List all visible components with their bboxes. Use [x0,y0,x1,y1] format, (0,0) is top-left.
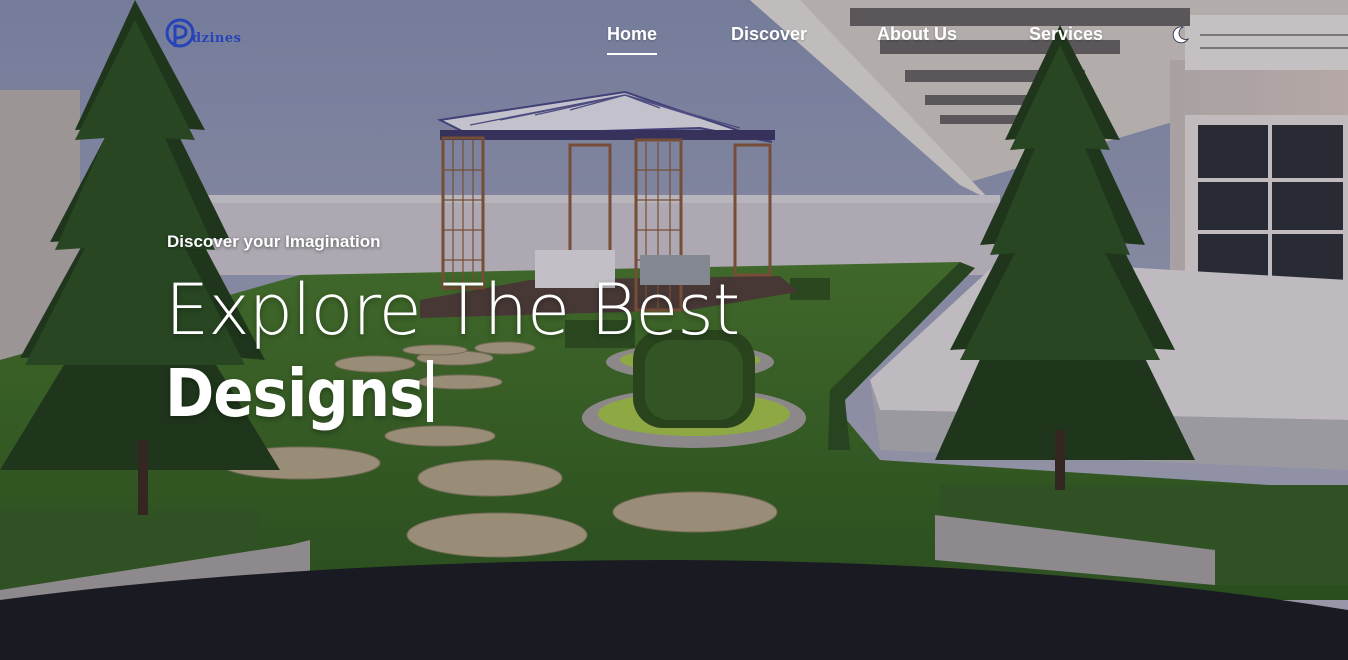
typing-cursor [427,360,434,422]
hero-headline: Explore The Best Designs [165,269,740,434]
main-nav: Home Discover About Us Services [0,24,1348,55]
moon-icon[interactable] [1170,25,1190,45]
nav-item-services[interactable]: Services [1029,24,1103,45]
navbar: dzines Home Discover About Us Services [0,0,1348,72]
headline-line-1: Explore The Best [165,269,740,351]
headline-line-2: Designs [165,354,739,434]
hero-eyebrow: Discover your Imagination [167,232,381,251]
nav-item-about-us[interactable]: About Us [877,24,957,45]
nav-item-home[interactable]: Home [607,24,658,55]
headline-typed-word: Designs [165,355,424,432]
nav-item-discover[interactable]: Discover [731,24,807,45]
